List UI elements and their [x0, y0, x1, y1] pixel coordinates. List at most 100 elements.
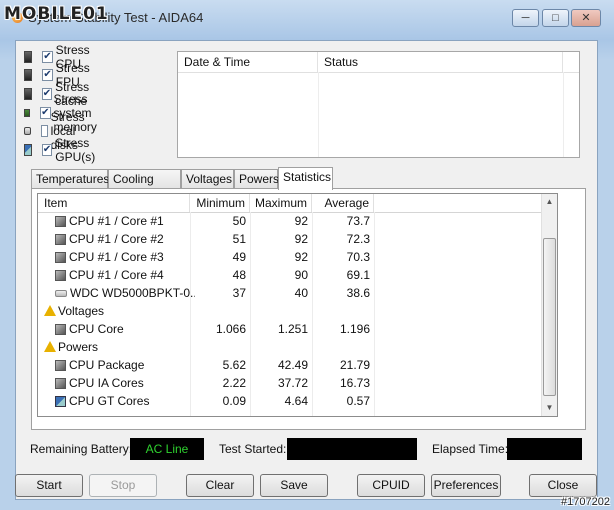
column-header-item[interactable]: Item [38, 194, 190, 212]
scroll-down-arrow-icon[interactable]: ▼ [542, 400, 557, 416]
chip-icon [55, 324, 66, 335]
row-item-label: WDC WD5000BPKT-0... [70, 286, 195, 300]
cell-min: 37 [232, 286, 246, 300]
cell-max: 1.251 [277, 322, 308, 336]
preferences-button[interactable]: Preferences [431, 474, 501, 497]
stress-checkbox[interactable]: ✔ [41, 88, 53, 100]
mobile01-logo: MOBILE01 [4, 4, 109, 24]
warning-icon [44, 305, 56, 316]
cell-max: 92 [294, 232, 308, 246]
remaining-battery-label: Remaining Battery: [30, 442, 133, 456]
chip-icon [55, 360, 66, 371]
table-row[interactable]: CPU Core 1.066 1.251 1.196 [38, 320, 557, 338]
chip-icon [55, 270, 66, 281]
column-header-average[interactable]: Average [312, 194, 374, 212]
disk-icon [24, 127, 31, 135]
disk-icon [55, 290, 67, 297]
scrollbar-thumb[interactable] [543, 238, 556, 396]
row-item-label: CPU Core [69, 322, 124, 336]
row-item-label: CPU #1 / Core #3 [69, 250, 164, 264]
group-row[interactable]: Voltages [38, 302, 557, 320]
table-row[interactable]: CPU #1 / Core #1 50 92 73.7 [38, 212, 557, 230]
table-row[interactable]: CPU Package 5.62 42.49 21.79 [38, 356, 557, 374]
close-button[interactable]: Close [529, 474, 597, 497]
memory-icon [24, 109, 31, 117]
tab-voltages[interactable]: Voltages [181, 169, 234, 189]
stop-button[interactable]: Stop [89, 474, 157, 497]
column-header-date-time[interactable]: Date & Time [178, 52, 318, 72]
table-row[interactable]: CPU #1 / Core #4 48 90 69.1 [38, 266, 557, 284]
row-item-label: CPU IA Cores [69, 376, 144, 390]
tab-powers[interactable]: Powers [234, 169, 279, 189]
table-row[interactable]: CPU IA Cores 2.22 37.72 16.73 [38, 374, 557, 392]
group-row[interactable]: Powers [38, 338, 557, 356]
row-item-label: CPU Package [69, 358, 145, 372]
stress-option-5[interactable]: ✔ Stress GPU(s) [24, 136, 101, 164]
title-bar[interactable]: System Stability Test - AIDA64 MOBILE01 … [0, 0, 614, 34]
stress-checkbox[interactable]: ✔ [42, 69, 53, 81]
cell-avg [312, 302, 374, 320]
scroll-up-arrow-icon[interactable]: ▲ [542, 194, 557, 210]
minimize-button[interactable]: ─ [512, 9, 539, 27]
cell-avg [312, 338, 374, 356]
minimize-icon: ─ [521, 12, 530, 24]
row-item-label: Powers [58, 340, 99, 354]
close-window-button[interactable]: ✕ [571, 9, 601, 27]
cell-min: 5.62 [222, 358, 246, 372]
table-row[interactable]: CPU GT Cores 0.09 4.64 0.57 [38, 392, 557, 410]
cell-min [190, 302, 250, 320]
log-list-header: Date & Time Status [178, 52, 579, 73]
cpuid-button[interactable]: CPUID [357, 474, 425, 497]
column-header-status[interactable]: Status [318, 52, 563, 72]
stress-option-label: Stress GPU(s) [55, 136, 96, 164]
cell-min: 0.09 [222, 394, 246, 408]
stress-checkbox[interactable] [40, 125, 48, 137]
remaining-battery-value: AC Line [130, 438, 204, 460]
cell-min: 1.066 [215, 322, 246, 336]
gpu-icon [24, 144, 32, 156]
test-started-label: Test Started: [219, 442, 287, 456]
table-row[interactable]: CPU #1 / Core #3 49 92 70.3 [38, 248, 557, 266]
chip-icon [55, 216, 66, 227]
cell-max: 42.49 [277, 358, 308, 372]
elapsed-time-label: Elapsed Time: [432, 442, 509, 456]
log-list[interactable]: Date & Time Status [177, 51, 580, 158]
tab-cooling-fans[interactable]: Cooling Fans [108, 169, 181, 205]
close-icon: ✕ [581, 12, 591, 24]
stress-checkbox[interactable]: ✔ [41, 144, 53, 156]
stress-checkbox[interactable]: ✔ [40, 107, 51, 119]
statistics-table-header: Item Minimum Maximum Average [38, 194, 557, 213]
column-header-minimum[interactable]: Minimum [190, 194, 250, 212]
cell-min: 2.22 [222, 376, 246, 390]
row-item-label: Voltages [58, 304, 105, 318]
cell-avg: 72.3 [346, 232, 370, 246]
cell-min: 48 [232, 268, 246, 282]
clear-button[interactable]: Clear [186, 474, 254, 497]
chip-icon [55, 234, 66, 245]
warning-icon [44, 341, 56, 352]
cell-max: 37.72 [277, 376, 308, 390]
start-button[interactable]: Start [15, 474, 83, 497]
row-item-label: CPU #1 / Core #2 [69, 232, 164, 246]
test-started-value [287, 438, 417, 460]
cell-avg: 16.73 [339, 376, 370, 390]
column-header-maximum[interactable]: Maximum [250, 194, 312, 212]
cell-min [190, 338, 250, 356]
table-row[interactable]: CPU #1 / Core #2 51 92 72.3 [38, 230, 557, 248]
statistics-table[interactable]: Item Minimum Maximum Average CPU #1 / Co… [37, 193, 558, 417]
cell-avg: 1.196 [339, 322, 370, 336]
vertical-scrollbar[interactable]: ▲ ▼ [541, 194, 557, 416]
row-item-label: CPU #1 / Core #4 [69, 268, 164, 282]
tab-statistics[interactable]: Statistics [278, 167, 333, 190]
table-row[interactable]: WDC WD5000BPKT-0... 37 40 38.6 [38, 284, 557, 302]
cell-max: 4.64 [284, 394, 308, 408]
stress-checkbox[interactable]: ✔ [42, 51, 53, 63]
fpu-icon [24, 69, 33, 81]
maximize-button[interactable]: □ [542, 9, 569, 27]
tab-temperatures[interactable]: Temperatures [31, 169, 109, 189]
cell-max [250, 302, 312, 320]
row-item-label: CPU GT Cores [69, 394, 150, 408]
watermark-id: #1707202 [561, 496, 610, 508]
save-button[interactable]: Save [260, 474, 328, 497]
row-item-label: CPU #1 / Core #1 [69, 214, 164, 228]
